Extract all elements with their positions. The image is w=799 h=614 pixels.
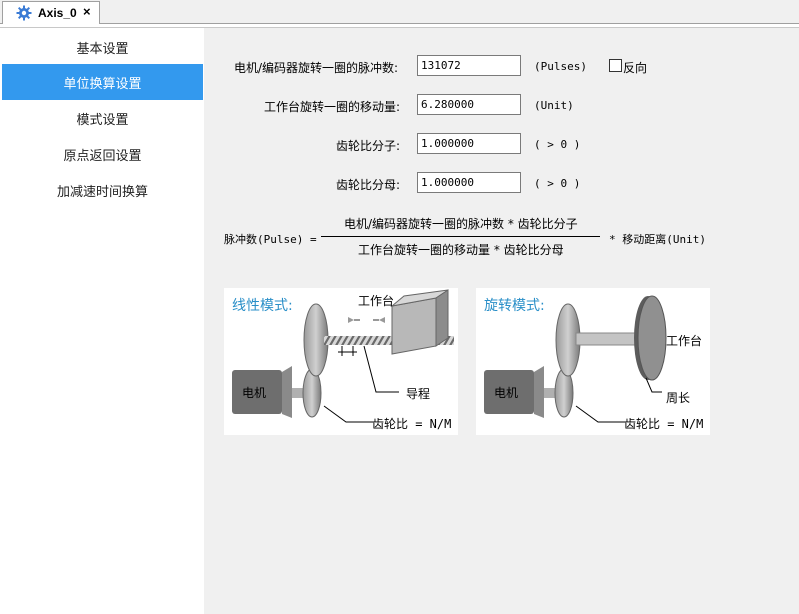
rotary-mode-diagram: 旋转模式: 工作台 电机 周长 齿轮比 = N/M — [476, 288, 710, 435]
main-panel: 电机/编码器旋转一圈的脉冲数: 131072 (Pulses) 反向 工作台旋转… — [204, 28, 799, 614]
tab-title: Axis_0 — [38, 6, 77, 20]
formula-rhs: * 移动距离(Unit) — [609, 233, 706, 246]
sidebar-item-label: 基本设置 — [76, 41, 129, 57]
formula-denominator: 工作台旋转一圈的移动量 * 齿轮比分母 — [358, 243, 564, 257]
move-input[interactable]: 6.280000 — [417, 94, 521, 115]
linear-lead-label: 导程 — [406, 387, 431, 401]
rotary-gear-ratio-label: 齿轮比 = N/M — [624, 417, 704, 431]
pulses-label: 电机/编码器旋转一圈的脉冲数: — [234, 61, 399, 75]
rotary-mechanism-illustration — [484, 295, 667, 423]
sidebar: 基本设置 单位换算设置 模式设置 原点返回设置 加减速时间换算 — [0, 28, 204, 614]
linear-motor-label: 电机 — [242, 386, 267, 400]
linear-mechanism-illustration — [232, 289, 454, 423]
linear-worktable-label: 工作台 — [358, 294, 395, 308]
formula-numerator: 电机/编码器旋转一圈的脉冲数 * 齿轮比分子 — [344, 217, 578, 231]
reverse-label: 反向 — [623, 61, 648, 75]
gear-denominator-label: 齿轮比分母: — [336, 178, 401, 192]
rotary-motor-label: 电机 — [494, 386, 519, 400]
gear-denominator-unit: ( > 0 ) — [534, 177, 581, 190]
tab-axis-0[interactable]: Axis_0 × — [2, 1, 100, 25]
sidebar-item-label: 原点返回设置 — [63, 148, 142, 164]
move-unit: (Unit) — [534, 99, 574, 112]
gear-denominator-input[interactable]: 1.000000 — [417, 172, 521, 193]
formula-lhs: 脉冲数(Pulse) = — [224, 233, 317, 246]
gear-numerator-input[interactable]: 1.000000 — [417, 133, 521, 154]
gear-numerator-unit: ( > 0 ) — [534, 138, 581, 151]
close-icon[interactable]: × — [83, 5, 91, 19]
sidebar-item-mode[interactable]: 模式设置 — [2, 100, 203, 136]
sidebar-item-label: 单位换算设置 — [63, 76, 142, 92]
pulses-input[interactable]: 131072 — [417, 55, 521, 76]
sidebar-item-homing[interactable]: 原点返回设置 — [2, 136, 203, 172]
formula-fraction-bar — [321, 236, 600, 237]
sidebar-item-basic[interactable]: 基本设置 — [2, 29, 203, 65]
reverse-checkbox[interactable] — [609, 59, 622, 72]
sidebar-item-unit-conversion[interactable]: 单位换算设置 — [2, 64, 203, 100]
linear-mode-diagram: 线性模式: 工作台 电机 导程 齿轮比 = N/M — [224, 288, 458, 435]
sidebar-item-label: 加减速时间换算 — [56, 184, 148, 200]
sidebar-item-label: 模式设置 — [76, 112, 129, 128]
rotary-circumference-label: 周长 — [666, 391, 691, 405]
gear-icon — [16, 5, 32, 21]
sidebar-item-accel-decel[interactable]: 加减速时间换算 — [2, 172, 203, 208]
pulses-unit: (Pulses) — [534, 60, 587, 73]
linear-gear-ratio-label: 齿轮比 = N/M — [372, 417, 452, 431]
rotary-worktable-label: 工作台 — [666, 334, 703, 348]
move-label: 工作台旋转一圈的移动量: — [264, 100, 401, 114]
gear-numerator-label: 齿轮比分子: — [336, 139, 401, 153]
tab-strip: Axis_0 × — [0, 0, 799, 25]
